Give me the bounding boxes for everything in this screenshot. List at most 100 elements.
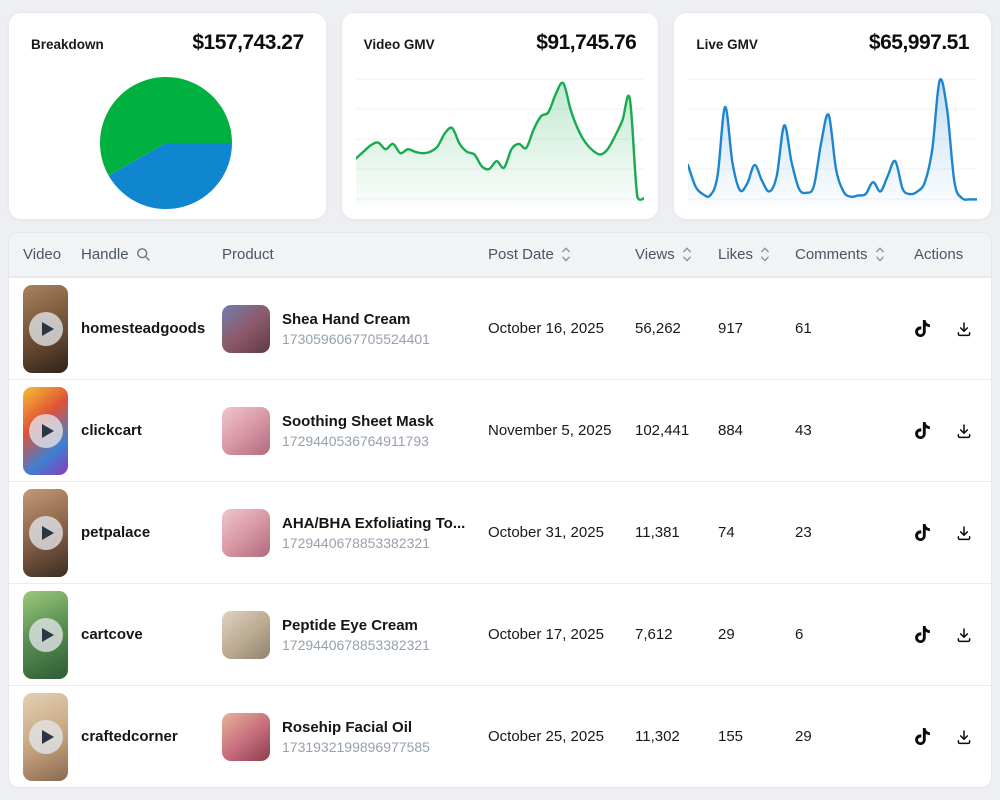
card-value: $65,997.51 (869, 31, 969, 55)
comments: 61 (795, 320, 914, 337)
breakdown-pie-chart (23, 65, 312, 217)
handle: craftedcorner (81, 728, 222, 745)
product-name: Peptide Eye Cream (282, 617, 430, 634)
likes: 917 (718, 320, 795, 337)
download-icon[interactable] (955, 728, 973, 746)
col-likes[interactable]: Likes (718, 246, 795, 263)
card-title: Video GMV (364, 37, 435, 52)
views: 7,612 (635, 626, 718, 643)
col-video: Video (23, 246, 81, 263)
col-likes-label: Likes (718, 246, 753, 263)
likes: 884 (718, 422, 795, 439)
download-icon[interactable] (955, 626, 973, 644)
video-thumbnail[interactable] (23, 489, 68, 577)
post-date: October 17, 2025 (488, 626, 635, 643)
product-name: Shea Hand Cream (282, 311, 430, 328)
sort-icon[interactable] (875, 246, 885, 263)
video-gmv-area-chart (356, 65, 645, 205)
post-date: October 31, 2025 (488, 524, 635, 541)
likes: 74 (718, 524, 795, 541)
sort-icon[interactable] (561, 246, 571, 263)
views: 11,381 (635, 524, 718, 541)
product-id: 1729440678853382321 (282, 535, 465, 551)
sort-icon[interactable] (682, 246, 692, 263)
col-product: Product (222, 246, 488, 263)
views: 102,441 (635, 422, 718, 439)
product-id: 1729440678853382321 (282, 637, 430, 653)
handle: clickcart (81, 422, 222, 439)
table-row: cartcove Peptide Eye Cream 1729440678853… (9, 583, 991, 685)
post-date: October 25, 2025 (488, 728, 635, 745)
live-gmv-card: Live GMV $65,997.51 (673, 12, 992, 220)
play-icon (29, 618, 63, 652)
col-comments[interactable]: Comments (795, 246, 914, 263)
download-icon[interactable] (955, 320, 973, 338)
post-date: October 16, 2025 (488, 320, 635, 337)
download-icon[interactable] (955, 422, 973, 440)
handle: petpalace (81, 524, 222, 541)
product-id: 1730596067705524401 (282, 331, 430, 347)
col-post-date-label: Post Date (488, 246, 554, 263)
table-row: craftedcorner Rosehip Facial Oil 1731932… (9, 685, 991, 787)
breakdown-card: Breakdown $157,743.27 (8, 12, 327, 220)
play-icon (29, 516, 63, 550)
video-gmv-card: Video GMV $91,745.76 (341, 12, 660, 220)
video-thumbnail[interactable] (23, 591, 68, 679)
card-title: Live GMV (696, 37, 758, 52)
tiktok-icon[interactable] (914, 421, 931, 440)
likes: 155 (718, 728, 795, 745)
videos-table: Video Handle Product Post Date Views Lik… (8, 232, 992, 788)
views: 11,302 (635, 728, 718, 745)
views: 56,262 (635, 320, 718, 337)
table-header: Video Handle Product Post Date Views Lik… (9, 233, 991, 277)
col-views-label: Views (635, 246, 675, 263)
video-thumbnail[interactable] (23, 387, 68, 475)
col-handle: Handle (81, 246, 222, 263)
col-post-date[interactable]: Post Date (488, 246, 635, 263)
likes: 29 (718, 626, 795, 643)
product-image (222, 407, 270, 455)
product-id: 1729440536764911793 (282, 433, 434, 449)
product-image (222, 713, 270, 761)
handle: cartcove (81, 626, 222, 643)
product-name: Soothing Sheet Mask (282, 413, 434, 430)
product-image (222, 509, 270, 557)
comments: 29 (795, 728, 914, 745)
live-gmv-area-chart (688, 65, 977, 205)
tiktok-icon[interactable] (914, 727, 931, 746)
play-icon (29, 720, 63, 754)
card-value: $157,743.27 (192, 31, 303, 55)
card-value: $91,745.76 (536, 31, 636, 55)
comments: 43 (795, 422, 914, 439)
col-views[interactable]: Views (635, 246, 718, 263)
download-icon[interactable] (955, 524, 973, 542)
stat-cards: Breakdown $157,743.27 Video GMV $91,745.… (0, 0, 1000, 220)
post-date: November 5, 2025 (488, 422, 635, 439)
tiktok-icon[interactable] (914, 625, 931, 644)
handle: homesteadgoods (81, 320, 222, 337)
table-row: petpalace AHA/BHA Exfoliating To... 1729… (9, 481, 991, 583)
table-row: homesteadgoods Shea Hand Cream 173059606… (9, 277, 991, 379)
product-image (222, 305, 270, 353)
play-icon (29, 312, 63, 346)
tiktok-icon[interactable] (914, 523, 931, 542)
product-image (222, 611, 270, 659)
search-icon[interactable] (136, 247, 151, 262)
col-comments-label: Comments (795, 246, 868, 263)
col-product-label: Product (222, 246, 274, 263)
sort-icon[interactable] (760, 246, 770, 263)
comments: 6 (795, 626, 914, 643)
card-title: Breakdown (31, 37, 104, 52)
product-id: 1731932199896977585 (282, 739, 430, 755)
product-name: AHA/BHA Exfoliating To... (282, 515, 465, 532)
col-video-label: Video (23, 246, 61, 263)
play-icon (29, 414, 63, 448)
tiktok-icon[interactable] (914, 319, 931, 338)
comments: 23 (795, 524, 914, 541)
video-thumbnail[interactable] (23, 693, 68, 781)
col-handle-label: Handle (81, 246, 129, 263)
col-actions: Actions (914, 246, 991, 263)
video-thumbnail[interactable] (23, 285, 68, 373)
col-actions-label: Actions (914, 246, 963, 263)
table-row: clickcart Soothing Sheet Mask 1729440536… (9, 379, 991, 481)
